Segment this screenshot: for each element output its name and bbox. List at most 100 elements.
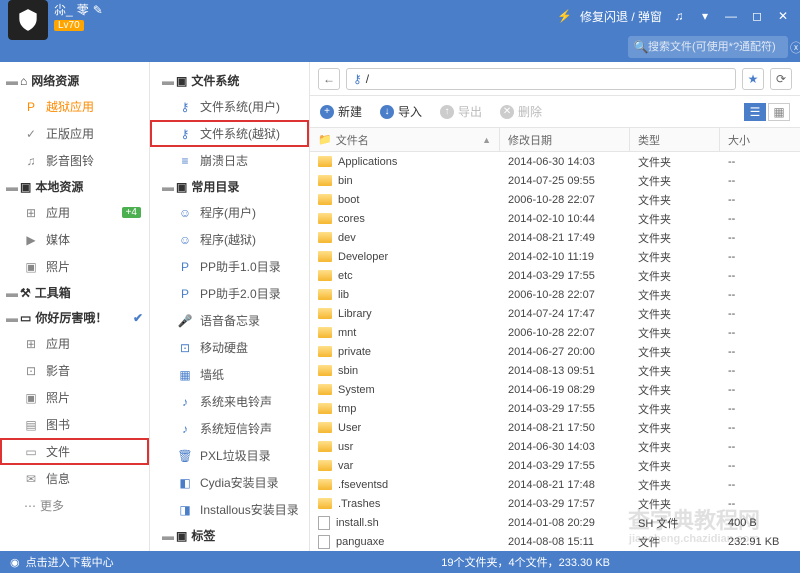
minimize-button[interactable]: —	[722, 7, 740, 25]
sidebar-item[interactable]: ▣照片	[0, 253, 149, 280]
sidebar-item[interactable]: P越狱应用	[0, 93, 149, 120]
col-date[interactable]: 修改日期	[500, 128, 630, 151]
path-input[interactable]: ⚷ /	[346, 68, 736, 90]
fix-label[interactable]: 修复闪退 / 弹窗	[580, 8, 662, 25]
new-button[interactable]: +新建	[320, 103, 362, 120]
file-row[interactable]: tmp2014-03-29 17:55文件夹--	[310, 399, 800, 418]
file-size: --	[720, 479, 800, 491]
sidebar-item[interactable]: ✉信息	[0, 465, 149, 492]
sidebar-item[interactable]: ⊡影音	[0, 357, 149, 384]
fs-item[interactable]: ⚷文件系统(用户)	[150, 93, 309, 120]
file-type: 文件夹	[630, 173, 720, 189]
col-size[interactable]: 大小	[720, 128, 800, 151]
file-row[interactable]: usr2014-06-30 14:03文件夹--	[310, 437, 800, 456]
sidebar-item[interactable]: ▶媒体	[0, 226, 149, 253]
sidebar-section-header[interactable]: ▬▭你好厉害哦！✔	[0, 305, 149, 330]
file-row[interactable]: bin2014-07-25 09:55文件夹--	[310, 171, 800, 190]
search-box[interactable]: 🔍 ⓧ	[628, 36, 788, 58]
fs-item[interactable]: PPP助手2.0目录	[150, 280, 309, 307]
title-bar: 尛_蕶 ✎ Lv70 ⚡ 修复闪退 / 弹窗 ♫ ▾ — ◻ ✕	[0, 0, 800, 32]
sidebar-item[interactable]: ▤图书	[0, 411, 149, 438]
fs-item[interactable]: ≡崩溃日志	[150, 147, 309, 174]
fs-item[interactable]: 🎤语音备忘录	[150, 307, 309, 334]
file-row[interactable]: Developer2014-02-10 11:19文件夹--	[310, 247, 800, 266]
fs-item[interactable]: ◧Cydia安装目录	[150, 469, 309, 496]
sidebar-section-header[interactable]: ▬⚒工具箱	[0, 280, 149, 305]
file-size: --	[720, 270, 800, 282]
file-type: 文件夹	[630, 420, 720, 436]
sidebar-item[interactable]: ▣照片	[0, 384, 149, 411]
file-row[interactable]: .fseventsd2014-08-21 17:48文件夹--	[310, 475, 800, 494]
fs-item[interactable]: ☺程序(用户)	[150, 199, 309, 226]
file-row[interactable]: User2014-08-21 17:50文件夹--	[310, 418, 800, 437]
file-row[interactable]: dev2014-08-21 17:49文件夹--	[310, 228, 800, 247]
folder-icon	[318, 384, 332, 395]
list-view-button[interactable]: ☰	[744, 103, 766, 121]
folder-icon	[318, 403, 332, 414]
sidebar-section-header[interactable]: ▬⌂网络资源	[0, 68, 149, 93]
edit-icon[interactable]: ✎	[93, 3, 103, 17]
clear-icon[interactable]: ⓧ	[790, 40, 800, 54]
fs-item[interactable]: ◨Installous安装目录	[150, 496, 309, 523]
collapse-icon: ▬	[6, 311, 16, 325]
folder-icon	[318, 479, 332, 490]
file-row[interactable]: Applications2014-06-30 14:03文件夹--	[310, 152, 800, 171]
sidebar-item[interactable]: ♫影音图铃	[0, 147, 149, 174]
back-button[interactable]: ←	[318, 68, 340, 90]
fs-item[interactable]: ▦墙纸	[150, 361, 309, 388]
sidebar-item-label: 照片	[46, 389, 70, 406]
sidebar-item[interactable]: ⊞应用	[0, 330, 149, 357]
sidebar-item[interactable]: ▭文件	[0, 438, 149, 465]
fs-item[interactable]: 🗑PXL垃圾目录	[150, 442, 309, 469]
file-list[interactable]: Applications2014-06-30 14:03文件夹--bin2014…	[310, 152, 800, 551]
sidebar-section-header[interactable]: ▬▣本地资源	[0, 174, 149, 199]
section-title: 网络资源	[31, 72, 79, 89]
fs-item[interactable]: ⚷文件系统(越狱)	[150, 120, 309, 147]
file-row[interactable]: Library2014-07-24 17:47文件夹--	[310, 304, 800, 323]
fs-section-header[interactable]: ▬▣常用目录	[150, 174, 309, 199]
pp-icon: P	[178, 260, 192, 274]
collapse-icon: ▬	[162, 74, 172, 88]
fs-item[interactable]: PPP助手1.0目录	[150, 253, 309, 280]
fs-item[interactable]: ⊡移动硬盘	[150, 334, 309, 361]
grid-view-button[interactable]: ▦	[768, 103, 790, 121]
file-row[interactable]: install.sh2014-01-08 20:29SH 文件400 B	[310, 513, 800, 532]
file-row[interactable]: panguaxe2014-08-08 15:11文件232.91 KB	[310, 532, 800, 551]
avatar[interactable]	[8, 0, 48, 40]
file-row[interactable]: lib2006-10-28 22:07文件夹--	[310, 285, 800, 304]
file-row[interactable]: sbin2014-08-13 09:51文件夹--	[310, 361, 800, 380]
refresh-button[interactable]: ⟳	[770, 68, 792, 90]
file-row[interactable]: var2014-03-29 17:55文件夹--	[310, 456, 800, 475]
maximize-button[interactable]: ◻	[748, 7, 766, 25]
file-row[interactable]: mnt2006-10-28 22:07文件夹--	[310, 323, 800, 342]
settings-dropdown-icon[interactable]: ▾	[696, 7, 714, 25]
fs-section-header[interactable]: ▬▣标签	[150, 523, 309, 548]
sidebar-item[interactable]: ⊞应用+4	[0, 199, 149, 226]
file-name: Library	[338, 308, 372, 320]
file-row[interactable]: private2014-06-27 20:00文件夹--	[310, 342, 800, 361]
export-icon: ↑	[440, 105, 454, 119]
file-size: --	[720, 441, 800, 453]
file-row[interactable]: System2014-06-19 08:29文件夹--	[310, 380, 800, 399]
close-button[interactable]: ✕	[774, 7, 792, 25]
msg-icon: ✉	[24, 472, 38, 486]
file-row[interactable]: etc2014-03-29 17:55文件夹--	[310, 266, 800, 285]
fs-item[interactable]: ♪系统来电铃声	[150, 388, 309, 415]
search-input[interactable]	[648, 41, 790, 53]
file-name: sbin	[338, 365, 358, 377]
fs-item[interactable]: ♪系统短信铃声	[150, 415, 309, 442]
file-row[interactable]: .Trashes2014-03-29 17:57文件夹--	[310, 494, 800, 513]
file-row[interactable]: boot2006-10-28 22:07文件夹--	[310, 190, 800, 209]
sidebar-item[interactable]: ✓正版应用	[0, 120, 149, 147]
file-type: 文件夹	[630, 230, 720, 246]
import-button[interactable]: ↓导入	[380, 103, 422, 120]
favorite-button[interactable]: ★	[742, 68, 764, 90]
file-row[interactable]: cores2014-02-10 10:44文件夹--	[310, 209, 800, 228]
download-center-link[interactable]: ◉ 点击进入下载中心	[10, 554, 114, 570]
col-name[interactable]: 📁文件名▲	[310, 128, 500, 151]
music-icon[interactable]: ♫	[670, 7, 688, 25]
more-button[interactable]: ⋯更多	[0, 492, 149, 519]
fs-section-header[interactable]: ▬▣文件系统	[150, 68, 309, 93]
col-type[interactable]: 类型	[630, 128, 720, 151]
fs-item[interactable]: ☺程序(越狱)	[150, 226, 309, 253]
